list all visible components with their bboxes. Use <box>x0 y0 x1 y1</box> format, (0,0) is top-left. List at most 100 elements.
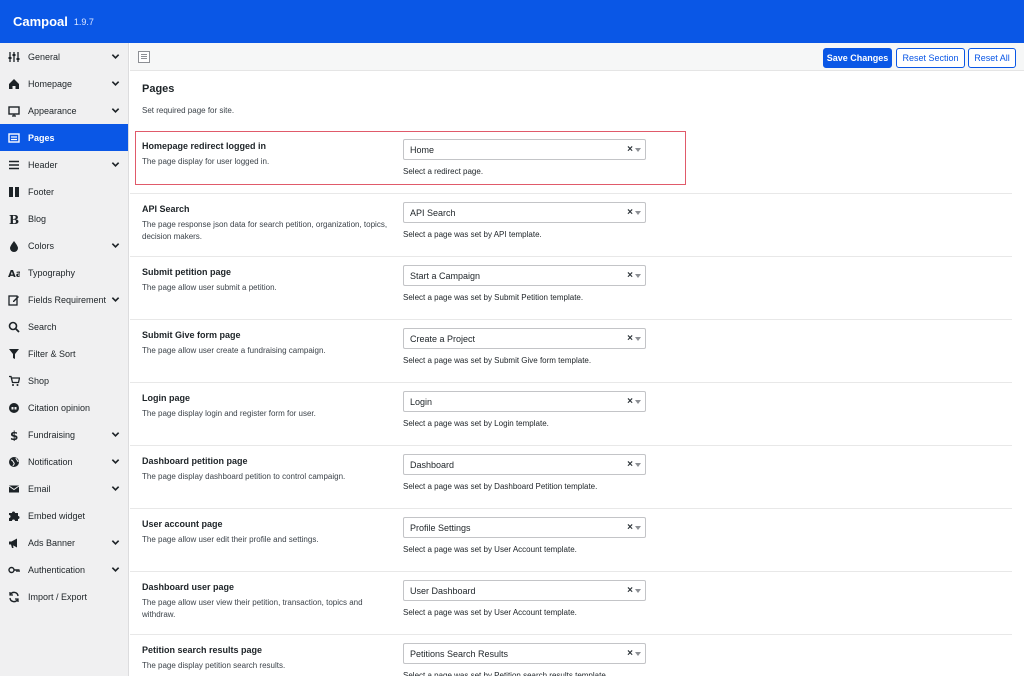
dropdown-caret-icon[interactable] <box>635 589 641 593</box>
sidebar-item-ads-banner[interactable]: Ads Banner <box>0 529 128 556</box>
setting-help: Select a page was set by Login template. <box>403 419 549 428</box>
sidebar-item-typography[interactable]: Aa Typography <box>0 259 128 286</box>
filter-icon <box>8 348 20 360</box>
sidebar-item-footer[interactable]: Footer <box>0 178 128 205</box>
clear-icon[interactable]: × <box>627 270 633 281</box>
sidebar-item-embed-widget[interactable]: Embed widget <box>0 502 128 529</box>
page-select[interactable]: Start a Campaign × <box>403 265 646 286</box>
setting-label: Petition search results page <box>142 645 263 655</box>
sidebar-item-fundraising[interactable]: $ Fundraising <box>0 421 128 448</box>
setting-description: The page allow user view their petition,… <box>142 598 363 619</box>
sidebar-item-header[interactable]: Header <box>0 151 128 178</box>
sidebar-item-email[interactable]: Email <box>0 475 128 502</box>
clear-icon[interactable]: × <box>627 333 633 344</box>
page-select[interactable]: Petitions Search Results × <box>403 643 646 664</box>
clear-icon[interactable]: × <box>627 648 633 659</box>
sidebar-item-label: Fields Requirement <box>28 294 107 305</box>
sidebar-item-fields-requirement[interactable]: Fields Requirement <box>0 286 128 313</box>
clear-icon[interactable]: × <box>627 585 633 596</box>
dollar-icon: $ <box>8 429 20 441</box>
dropdown-caret-icon[interactable] <box>635 652 641 656</box>
page-select[interactable]: User Dashboard × <box>403 580 646 601</box>
page-select[interactable]: Login × <box>403 391 646 412</box>
sidebar-item-label: Pages <box>28 132 55 143</box>
refresh-icon <box>8 591 20 603</box>
sidebar-item-general[interactable]: General <box>0 43 128 70</box>
chevron-down-icon[interactable] <box>111 565 120 574</box>
setting-description: The page allow user submit a petition. <box>142 283 277 292</box>
sidebar-item-filter-sort[interactable]: Filter & Sort <box>0 340 128 367</box>
setting-description: The page allow user edit their profile a… <box>142 535 319 544</box>
setting-row: Submit Give form page The page allow user… <box>130 320 1012 383</box>
sidebar-item-import-export[interactable]: Import / Export <box>0 583 128 610</box>
sidebar-item-label: General <box>28 51 61 62</box>
quote-icon <box>8 402 20 414</box>
dropdown-caret-icon[interactable] <box>635 526 641 530</box>
dropdown-caret-icon[interactable] <box>635 463 641 467</box>
setting-row: Petition search results page The page dis… <box>130 635 1012 676</box>
setting-description: The page display dashboard petition to c… <box>142 472 346 481</box>
sidebar-item-label: Authentication <box>28 564 86 575</box>
chevron-down-icon[interactable] <box>111 79 120 88</box>
page-select[interactable]: Create a Project × <box>403 328 646 349</box>
dropdown-caret-icon[interactable] <box>635 274 641 278</box>
sidebar-item-authentication[interactable]: Authentication <box>0 556 128 583</box>
page-select-value: Profile Settings <box>410 522 471 533</box>
home-icon <box>8 78 20 90</box>
setting-row: Dashboard user page The page allow user v… <box>130 572 1012 635</box>
sidebar-item-notification[interactable]: Notification <box>0 448 128 475</box>
clear-icon[interactable]: × <box>627 207 633 218</box>
page-select[interactable]: Dashboard × <box>403 454 646 475</box>
setting-label: Submit petition page <box>142 267 231 277</box>
monitor-icon <box>8 105 20 117</box>
clear-icon[interactable]: × <box>627 396 633 407</box>
chevron-down-icon[interactable] <box>111 484 120 493</box>
sidebar-item-label: Embed widget <box>28 510 86 521</box>
sidebar-item-search[interactable]: Search <box>0 313 128 340</box>
setting-label: User account page <box>142 519 223 529</box>
chevron-down-icon[interactable] <box>111 457 120 466</box>
sidebar-item-homepage[interactable]: Homepage <box>0 70 128 97</box>
clear-icon[interactable]: × <box>627 459 633 470</box>
sidebar-item-pages[interactable]: Pages <box>0 124 128 151</box>
chevron-down-icon[interactable] <box>111 106 120 115</box>
globe-icon <box>8 456 20 468</box>
dropdown-caret-icon[interactable] <box>635 337 641 341</box>
reset-all-button[interactable]: Reset All <box>968 48 1016 68</box>
sidebar-item-label: Shop <box>28 375 50 386</box>
top-bar: Campoal 1.9.7 <box>0 0 1024 43</box>
main-panel: Save Changes Reset Section Reset All Pag… <box>130 43 1024 676</box>
sidebar-item-citation-opinion[interactable]: Citation opinion <box>0 394 128 421</box>
reset-section-button[interactable]: Reset Section <box>896 48 965 68</box>
toggle-sidebar-icon[interactable] <box>138 51 150 63</box>
setting-label: Dashboard petition page <box>142 456 248 466</box>
chevron-down-icon[interactable] <box>111 295 120 304</box>
sidebar-item-appearance[interactable]: Appearance <box>0 97 128 124</box>
setting-label: Login page <box>142 393 190 403</box>
sidebar-item-label: Colors <box>28 240 55 251</box>
chevron-down-icon[interactable] <box>111 241 120 250</box>
page-select[interactable]: Profile Settings × <box>403 517 646 538</box>
clear-icon[interactable]: × <box>627 522 633 533</box>
dropdown-caret-icon[interactable] <box>635 400 641 404</box>
pages-icon <box>8 132 20 144</box>
setting-label: API Search <box>142 204 190 214</box>
chevron-down-icon[interactable] <box>111 430 120 439</box>
setting-description: The page allow user create a fundraising… <box>142 346 326 355</box>
page-select[interactable]: API Search × <box>403 202 646 223</box>
svg-text:B: B <box>9 213 19 225</box>
save-changes-button[interactable]: Save Changes <box>823 48 892 68</box>
chevron-down-icon[interactable] <box>111 160 120 169</box>
chevron-down-icon[interactable] <box>111 52 120 61</box>
sidebar-item-shop[interactable]: Shop <box>0 367 128 394</box>
dropdown-caret-icon[interactable] <box>635 211 641 215</box>
droplet-icon <box>8 240 20 252</box>
app-version: 1.9.7 <box>73 16 94 27</box>
chevron-down-icon[interactable] <box>111 538 120 547</box>
sidebar-item-label: Citation opinion <box>28 402 91 413</box>
setting-help: Select a page was set by Submit Petition… <box>403 293 584 302</box>
setting-description: The page display petition search results… <box>142 661 286 670</box>
sidebar-item-colors[interactable]: Colors <box>0 232 128 259</box>
page-description: Set required page for site. <box>142 106 235 115</box>
sidebar-item-blog[interactable]: B Blog <box>0 205 128 232</box>
